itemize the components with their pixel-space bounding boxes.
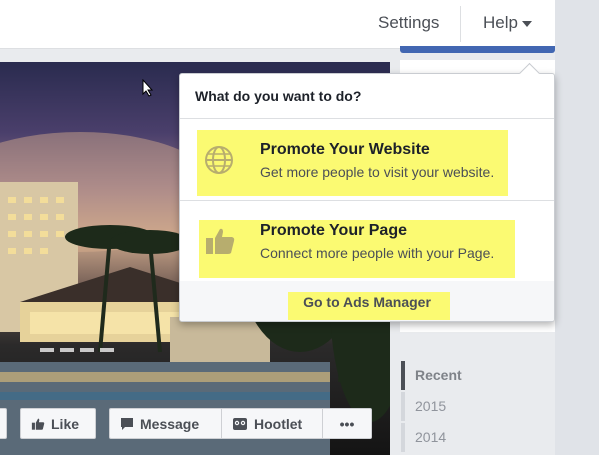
help-menu[interactable]: Help	[483, 0, 532, 48]
message-label: Message	[140, 415, 200, 432]
like-button[interactable]: Like	[20, 408, 96, 439]
owl-icon	[233, 417, 247, 430]
page-action-group: Message Hootlet •••	[109, 408, 372, 439]
highlight-website	[197, 130, 508, 196]
year-item-recent[interactable]: Recent	[401, 360, 501, 391]
message-icon	[121, 417, 133, 430]
dropdown-footer: Go to Ads Manager	[180, 281, 554, 321]
promote-website-option[interactable]: Promote Your Website Get more people to …	[180, 119, 554, 201]
promote-website-description: Get more people to visit your website.	[260, 164, 495, 180]
right-column-background	[555, 0, 599, 455]
promote-page-title: Promote Your Page	[260, 222, 407, 239]
promote-page-description: Connect more people with your Page.	[260, 245, 495, 261]
nav-divider	[460, 6, 461, 42]
hootlet-button[interactable]: Hootlet	[222, 409, 323, 438]
promote-website-title: Promote Your Website	[260, 141, 430, 158]
year-item-2014[interactable]: 2014	[401, 422, 501, 453]
message-button[interactable]: Message	[110, 409, 222, 438]
promote-page-option[interactable]: Promote Your Page Connect more people wi…	[180, 200, 554, 282]
more-options-button[interactable]: •••	[323, 409, 371, 438]
mouse-cursor-icon	[142, 79, 154, 97]
like-label: Like	[51, 415, 80, 432]
partial-button-edge[interactable]	[0, 408, 7, 439]
globe-icon	[205, 146, 233, 174]
thumbs-up-icon	[31, 418, 45, 430]
help-label: Help	[483, 13, 518, 32]
promote-dropdown-menu: What do you want to do? Promote Your Web…	[179, 62, 555, 322]
promote-button-strip[interactable]	[400, 46, 555, 53]
more-dots-icon: •••	[339, 415, 355, 432]
ads-manager-link[interactable]: Go to Ads Manager	[180, 292, 554, 312]
thumbs-up-icon	[206, 228, 235, 254]
top-navigation-bar: Settings Help	[0, 0, 555, 49]
dropdown-header: What do you want to do?	[180, 74, 554, 119]
settings-link[interactable]: Settings	[378, 0, 439, 48]
caret-down-icon	[521, 20, 532, 27]
hootlet-label: Hootlet	[254, 415, 303, 432]
year-item-2015[interactable]: 2015	[401, 391, 501, 422]
timeline-year-list: Recent 2015 2014	[401, 360, 501, 453]
